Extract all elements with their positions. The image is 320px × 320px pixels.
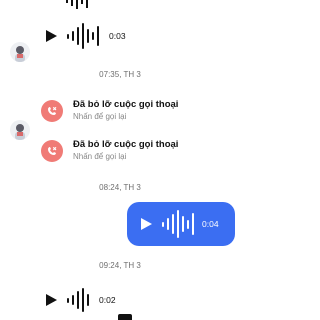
missed-call-icon — [41, 99, 63, 122]
avatar-image — [10, 42, 30, 62]
audio-message-incoming[interactable]: 0:03 — [46, 23, 126, 49]
play-icon[interactable] — [46, 30, 57, 42]
avatar-image — [10, 120, 30, 140]
audio-duration: 0:04 — [202, 219, 219, 229]
timestamp: 08:24, TH 3 — [99, 183, 141, 192]
partial-element — [118, 314, 132, 320]
missed-call-subtitle: Nhấn để gọi lại — [73, 112, 127, 121]
missed-call-message[interactable]: Đã bỏ lỡ cuộc gọi thoại Nhấn để gọi lại — [41, 99, 178, 122]
audio-duration: 0:02 — [99, 295, 116, 305]
audio-waveform-partial — [66, 0, 106, 10]
timestamp: 09:24, TH 3 — [99, 261, 141, 270]
audio-waveform — [67, 23, 99, 49]
play-icon[interactable] — [141, 218, 152, 230]
audio-message-outgoing[interactable]: 0:04 — [127, 202, 235, 246]
timestamp: 07:35, TH 3 — [99, 70, 141, 79]
audio-waveform — [67, 288, 89, 312]
audio-duration: 0:03 — [109, 31, 126, 41]
avatar[interactable] — [10, 42, 30, 62]
missed-call-message[interactable]: Đã bỏ lỡ cuộc gọi thoại Nhấn để gọi lại — [41, 139, 178, 162]
play-icon[interactable] — [46, 294, 57, 306]
missed-call-icon — [41, 139, 63, 162]
audio-message-incoming[interactable]: 0:02 — [46, 288, 116, 312]
missed-call-title: Đã bỏ lỡ cuộc gọi thoại — [73, 99, 179, 110]
audio-waveform — [162, 210, 194, 238]
missed-call-title: Đã bỏ lỡ cuộc gọi thoại — [73, 139, 179, 150]
missed-call-subtitle: Nhấn để gọi lại — [73, 152, 127, 161]
avatar[interactable] — [10, 120, 30, 140]
